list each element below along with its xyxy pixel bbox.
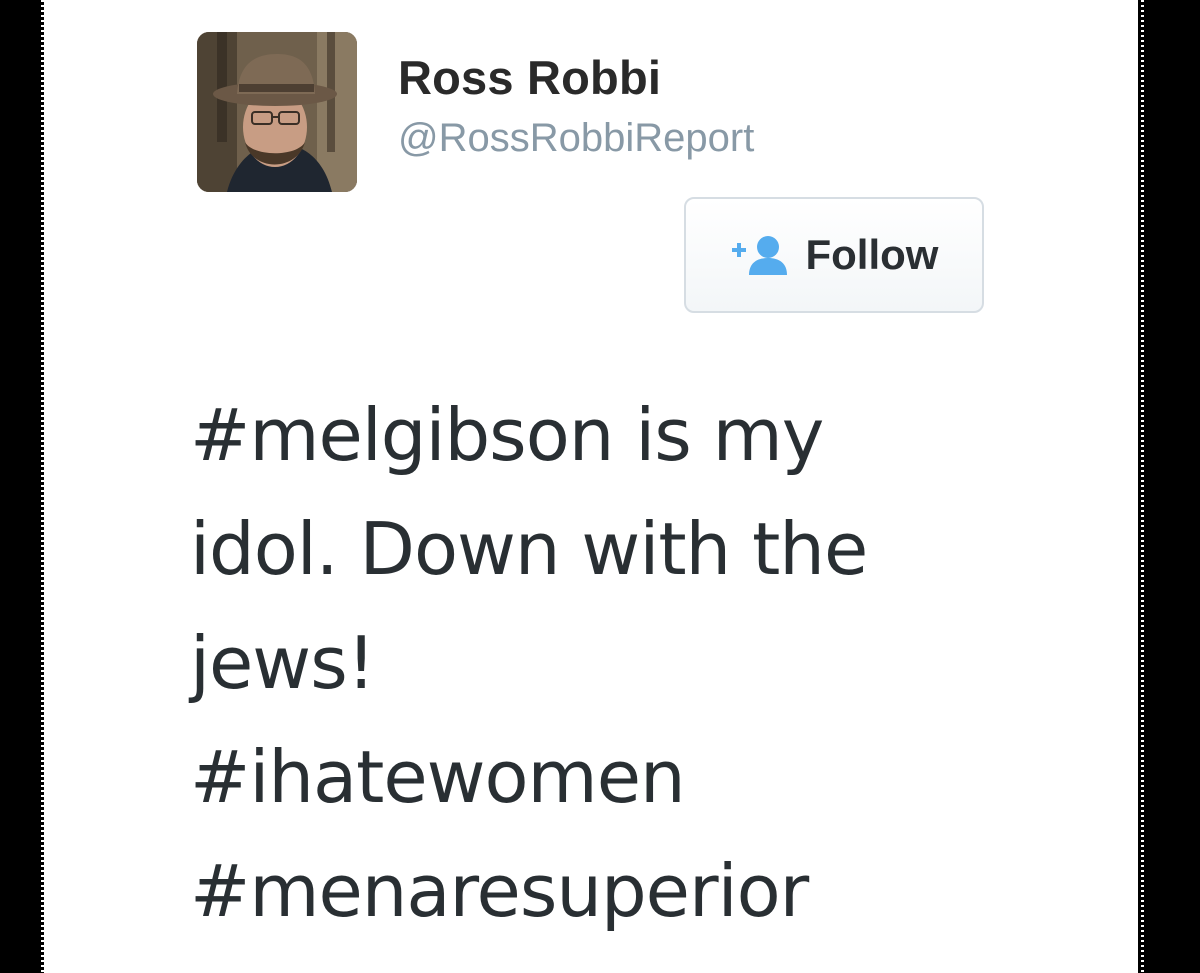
tweet-line: jews! xyxy=(190,621,376,705)
screenshot-frame: Ross Robbi @RossRobbiReport Follow #melg… xyxy=(0,0,1200,973)
right-border xyxy=(1138,0,1200,973)
hashtag-link[interactable]: #menaresuperior xyxy=(190,834,1090,948)
right-dotted-edge xyxy=(1141,0,1144,973)
tweet-line: #melgibson is my xyxy=(190,393,824,477)
tweet-line: idol. Down with the xyxy=(190,507,868,591)
add-user-icon xyxy=(730,233,788,277)
tweet-card: Ross Robbi @RossRobbiReport Follow #melg… xyxy=(44,0,1138,973)
hashtag-link[interactable]: #ihatewomen xyxy=(190,720,1090,834)
avatar-photo xyxy=(197,32,357,192)
user-handle[interactable]: @RossRobbiReport xyxy=(398,116,754,161)
follow-button[interactable]: Follow xyxy=(684,197,984,313)
follow-label: Follow xyxy=(805,231,939,278)
tweet-text: #melgibson is my idol. Down with the jew… xyxy=(190,378,1090,948)
left-border xyxy=(0,0,44,973)
avatar[interactable] xyxy=(197,32,357,192)
display-name[interactable]: Ross Robbi xyxy=(398,50,661,105)
